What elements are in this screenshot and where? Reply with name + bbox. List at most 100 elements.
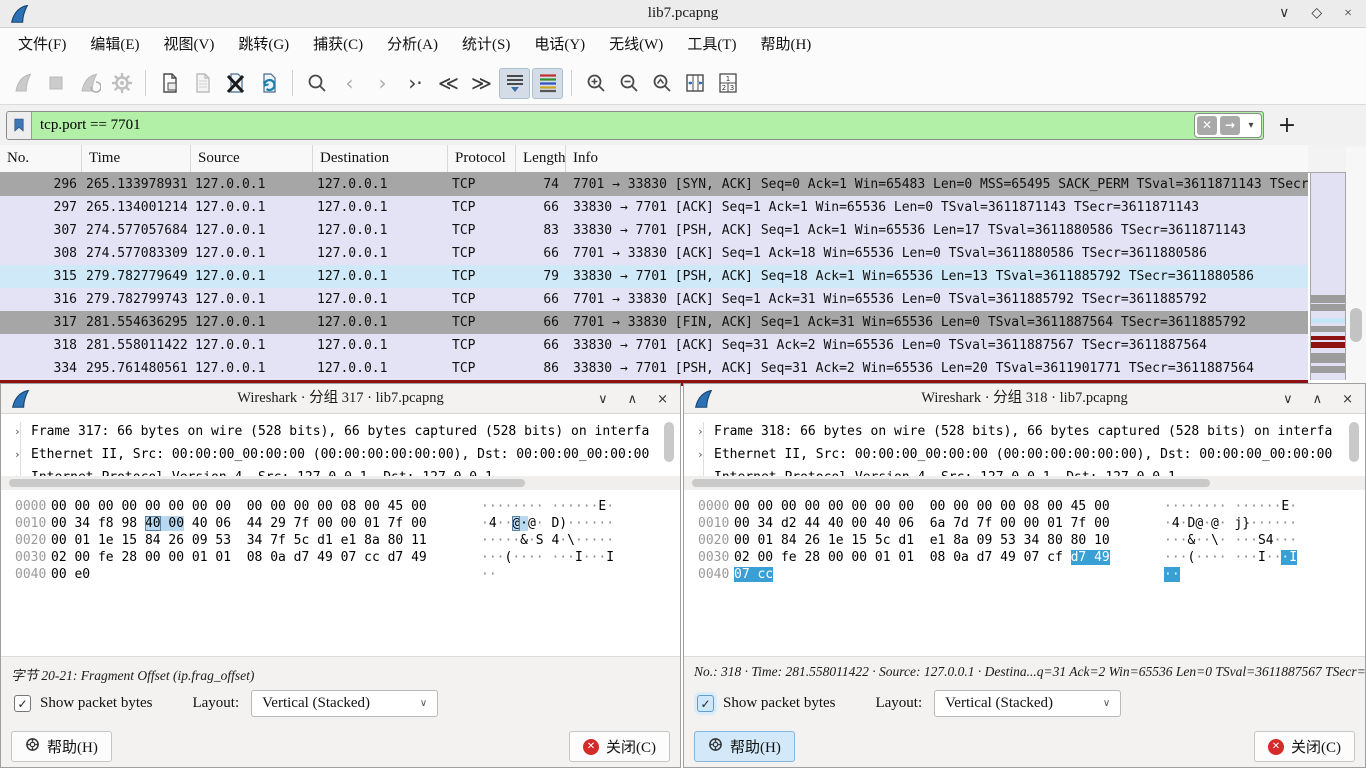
packet-bytes-pane[interactable]: 000000 00 00 00 00 00 00 00 00 00 00 00 … bbox=[684, 490, 1365, 656]
hex-row[interactable]: 003002 00 fe 28 00 00 01 01 08 0a d7 49 … bbox=[684, 549, 1365, 566]
hex-row[interactable]: 002000 01 84 26 1e 15 5c d1 e1 8a 09 53 … bbox=[684, 532, 1365, 549]
menu-item-wireless[interactable]: 无线(W) bbox=[597, 28, 675, 62]
column-header-time[interactable]: Time bbox=[82, 145, 191, 172]
tree-row[interactable]: ›Ethernet II, Src: 00:00:00_00:00:00 (00… bbox=[684, 443, 1365, 466]
close-icon[interactable]: × bbox=[1344, 0, 1352, 28]
help-button[interactable]: 帮助(H) bbox=[11, 731, 112, 762]
menu-item-edit[interactable]: 编辑(E) bbox=[78, 28, 151, 62]
minimize-icon[interactable]: ∨ bbox=[1283, 392, 1293, 407]
hex-row[interactable]: 000000 00 00 00 00 00 00 00 00 00 00 00 … bbox=[684, 498, 1365, 515]
tree-row[interactable]: ›Ethernet II, Src: 00:00:00_00:00:00 (00… bbox=[1, 443, 680, 466]
tree-row[interactable]: ›Internet Protocol Version 4, Src: 127.0… bbox=[1, 466, 680, 476]
tree-row[interactable]: ›Internet Protocol Version 4, Src: 127.0… bbox=[684, 466, 1365, 476]
tree-expander-icon[interactable]: › bbox=[697, 466, 704, 476]
filter-apply-icon[interactable]: → bbox=[1220, 116, 1240, 135]
hex-row[interactable]: 000000 00 00 00 00 00 00 00 00 00 00 00 … bbox=[1, 498, 680, 515]
menu-item-help[interactable]: 帮助(H) bbox=[748, 28, 823, 62]
layout-select[interactable]: Vertical (Stacked)∨ bbox=[934, 690, 1121, 717]
layout-select[interactable]: Vertical (Stacked)∨ bbox=[251, 690, 438, 717]
tree-expander-icon[interactable]: › bbox=[14, 420, 21, 443]
close-button[interactable]: ✕关闭(C) bbox=[1254, 731, 1355, 762]
packet-row-297[interactable]: 297265.134001214127.0.0.1127.0.0.1TCP663… bbox=[0, 196, 1308, 219]
column-layout-button[interactable]: 123 bbox=[712, 68, 743, 99]
tree-horizontal-scrollbar[interactable] bbox=[684, 476, 1365, 490]
dialog-titlebar[interactable]: Wireshark · 分组 317 · lib7.pcapng∨∧× bbox=[1, 384, 680, 414]
menu-item-statistics[interactable]: 统计(S) bbox=[450, 28, 522, 62]
scrollbar-thumb[interactable] bbox=[9, 479, 525, 487]
scrollbar-thumb[interactable] bbox=[1350, 308, 1362, 342]
filter-history-caret-icon[interactable]: ▾ bbox=[1243, 120, 1259, 131]
dialog-titlebar[interactable]: Wireshark · 分组 318 · lib7.pcapng∨∧× bbox=[684, 384, 1365, 414]
menu-item-go[interactable]: 跳转(G) bbox=[226, 28, 301, 62]
column-header-info[interactable]: Info bbox=[566, 145, 1366, 172]
close-icon[interactable]: × bbox=[657, 392, 668, 407]
tree-scrollbar-thumb[interactable] bbox=[1349, 422, 1359, 462]
packet-row-318[interactable]: 318281.558011422127.0.0.1127.0.0.1TCP663… bbox=[0, 334, 1308, 357]
packet-row-316[interactable]: 316279.782799743127.0.0.1127.0.0.1TCP667… bbox=[0, 288, 1308, 311]
hex-row[interactable]: 004007 cc·· bbox=[684, 566, 1365, 583]
packet-row-308[interactable]: 308274.577083309127.0.0.1127.0.0.1TCP667… bbox=[0, 242, 1308, 265]
colorize-packets-button[interactable] bbox=[532, 68, 563, 99]
restore-icon[interactable]: ∧ bbox=[628, 392, 638, 407]
zoom-in-button[interactable] bbox=[580, 68, 611, 99]
find-packet-button[interactable] bbox=[301, 68, 332, 99]
packet-list-minimap[interactable] bbox=[1310, 173, 1346, 380]
maximize-icon[interactable]: ◇ bbox=[1311, 0, 1322, 28]
packet-detail-tree[interactable]: ›Frame 317: 66 bytes on wire (528 bits),… bbox=[1, 414, 680, 476]
tree-horizontal-scrollbar[interactable] bbox=[1, 476, 680, 490]
help-button[interactable]: 帮助(H) bbox=[694, 731, 795, 762]
hex-row[interactable]: 003002 00 fe 28 00 00 01 01 08 0a d7 49 … bbox=[1, 549, 680, 566]
go-first-packet-button[interactable]: ≪ bbox=[433, 68, 464, 99]
reload-capture-file-button[interactable] bbox=[253, 68, 284, 99]
scrollbar-thumb[interactable] bbox=[692, 479, 1210, 487]
filter-add-button[interactable]: + bbox=[1272, 113, 1302, 138]
packet-row-317[interactable]: 317281.554636295127.0.0.1127.0.0.1TCP667… bbox=[0, 311, 1308, 334]
packet-row-307[interactable]: 307274.577057684127.0.0.1127.0.0.1TCP833… bbox=[0, 219, 1308, 242]
column-header-source[interactable]: Source bbox=[191, 145, 313, 172]
packet-row-296[interactable]: 296265.133978931127.0.0.1127.0.0.1TCP747… bbox=[0, 173, 1308, 196]
menu-item-telephony[interactable]: 电话(Y) bbox=[522, 28, 597, 62]
resize-columns-button[interactable] bbox=[679, 68, 710, 99]
tree-expander-icon[interactable]: › bbox=[697, 443, 704, 466]
zoom-out-button[interactable] bbox=[613, 68, 644, 99]
column-header-no[interactable]: No. bbox=[0, 145, 82, 172]
tree-expander-icon[interactable]: › bbox=[14, 466, 21, 476]
go-to-packet-button[interactable]: ›· bbox=[400, 68, 431, 99]
column-header-length[interactable]: Length bbox=[516, 145, 566, 172]
menu-item-tools[interactable]: 工具(T) bbox=[675, 28, 748, 62]
close-capture-file-button[interactable] bbox=[220, 68, 251, 99]
column-header-destination[interactable]: Destination bbox=[313, 145, 448, 172]
packet-row-334[interactable]: 334295.761480561127.0.0.1127.0.0.1TCP863… bbox=[0, 357, 1308, 380]
hex-row[interactable]: 001000 34 f8 98 40 00 40 06 44 29 7f 00 … bbox=[1, 515, 680, 532]
tree-expander-icon[interactable]: › bbox=[697, 420, 704, 443]
tree-expander-icon[interactable]: › bbox=[14, 443, 21, 466]
go-last-packet-button[interactable]: ≫ bbox=[466, 68, 497, 99]
menu-item-file[interactable]: 文件(F) bbox=[6, 28, 78, 62]
packet-row-315[interactable]: 315279.782779649127.0.0.1127.0.0.1TCP793… bbox=[0, 265, 1308, 288]
menu-item-view[interactable]: 视图(V) bbox=[152, 28, 227, 62]
minimize-icon[interactable]: ∨ bbox=[1279, 0, 1289, 28]
tree-row[interactable]: ›Frame 317: 66 bytes on wire (528 bits),… bbox=[1, 420, 680, 443]
open-capture-file-button[interactable] bbox=[154, 68, 185, 99]
show-packet-bytes-checkbox[interactable]: ✓ bbox=[14, 695, 31, 712]
filter-clear-icon[interactable]: ✕ bbox=[1197, 116, 1217, 135]
show-packet-bytes-checkbox[interactable]: ✓ bbox=[697, 695, 714, 712]
hex-row[interactable]: 002000 01 1e 15 84 26 09 53 34 7f 5c d1 … bbox=[1, 532, 680, 549]
packet-detail-tree[interactable]: ›Frame 318: 66 bytes on wire (528 bits),… bbox=[684, 414, 1365, 476]
filter-bookmark-icon[interactable] bbox=[7, 112, 32, 139]
packet-bytes-pane[interactable]: 000000 00 00 00 00 00 00 00 00 00 00 00 … bbox=[1, 490, 680, 656]
auto-scroll-button[interactable] bbox=[499, 68, 530, 99]
menu-item-analyze[interactable]: 分析(A) bbox=[375, 28, 450, 62]
display-filter-input[interactable]: tcp.port == 7701 ✕ → ▾ bbox=[6, 111, 1264, 140]
restore-icon[interactable]: ∧ bbox=[1313, 392, 1323, 407]
close-icon[interactable]: × bbox=[1342, 392, 1353, 407]
tree-row[interactable]: ›Frame 318: 66 bytes on wire (528 bits),… bbox=[684, 420, 1365, 443]
minimize-icon[interactable]: ∨ bbox=[598, 392, 608, 407]
hex-row[interactable]: 004000 e0·· bbox=[1, 566, 680, 583]
filter-expression-text[interactable]: tcp.port == 7701 bbox=[32, 117, 1194, 134]
menu-item-capture[interactable]: 捕获(C) bbox=[301, 28, 375, 62]
column-header-protocol[interactable]: Protocol bbox=[448, 145, 516, 172]
tree-scrollbar-thumb[interactable] bbox=[664, 422, 674, 462]
zoom-reset-button[interactable] bbox=[646, 68, 677, 99]
packet-list-scrollbar[interactable] bbox=[1346, 147, 1366, 383]
